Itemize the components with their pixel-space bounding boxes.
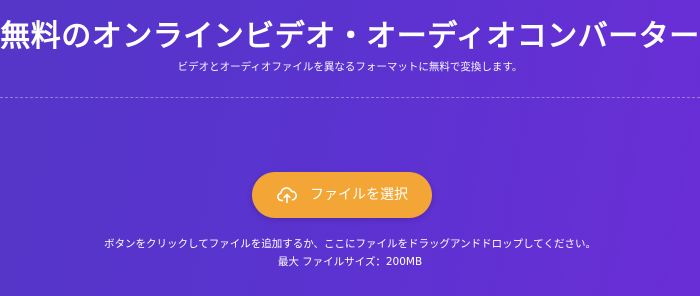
select-file-button-label: ファイルを選択 <box>310 187 408 203</box>
drop-hint: ボタンをクリックしてファイルを追加するか、ここにファイルをドラッグアンドドロップ… <box>104 238 596 250</box>
page-title: 無料のオンラインビデオ・オーディオコンバーター <box>0 19 700 54</box>
page-subtitle: ビデオとオーディオファイルを異なるフォーマットに無料で変換します。 <box>177 61 523 73</box>
dropzone-border <box>0 97 700 98</box>
max-file-size: 最大 ファイルサイズ：200MB <box>277 256 423 268</box>
cloud-upload-icon <box>276 184 298 206</box>
select-file-button[interactable]: ファイルを選択 <box>252 172 432 218</box>
hero-section: 無料のオンラインビデオ・オーディオコンバーター ビデオとオーディオファイルを異な… <box>0 0 700 296</box>
